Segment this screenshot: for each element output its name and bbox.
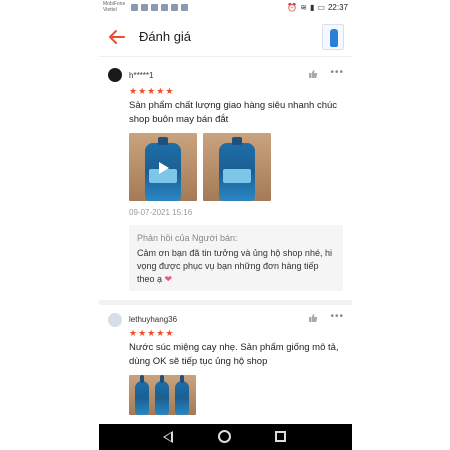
star-icon: ★ [138,328,147,338]
reply-text-wrap: Cảm ơn bạn đã tin tưởng và ủng hộ shop n… [137,247,335,286]
carrier-2: Viettel [103,7,117,13]
avatar[interactable] [108,68,122,82]
signal-icon: ▮ [310,3,315,12]
alarm-icon: ⏰ [287,3,298,12]
status-right: ⏰ ≋ ▮ ▭ 22:37 [287,3,348,12]
battery-icon: ▭ [317,3,325,12]
review-item: lethuyhang36 ••• ★ ★ ★ ★ ★ Nước súc miện… [99,305,352,424]
star-icon: ★ [165,86,174,96]
product-bottle [175,375,189,415]
product-bottle [155,375,169,415]
more-dots-icon[interactable]: ••• [330,311,344,322]
notification-icon [131,4,138,11]
arrow-left-icon[interactable] [107,27,127,47]
star-icon: ★ [156,86,165,96]
play-icon[interactable] [159,162,169,174]
star-icon: ★ [147,328,156,338]
wifi-icon: ≋ [300,3,307,12]
nav-recent-apps-icon[interactable] [275,431,286,442]
review-text: Nước súc miệng cay nhẹ. Sản phẩm giống m… [129,342,339,367]
star-icon: ★ [129,86,138,96]
review-text: Sản phẩm chất lượng giao hàng siêu nhanh… [129,100,338,125]
review-date: 09-07-2021 15:16 [129,208,193,217]
seller-reply: Phản hồi của Người bán: Cảm ơn bạn đã ti… [129,225,343,291]
star-icon: ★ [129,328,138,338]
notification-icon [151,4,158,11]
review-video[interactable] [129,133,197,201]
star-icon: ★ [138,86,147,96]
nav-back-icon[interactable] [163,431,173,443]
review-photo[interactable] [129,375,196,415]
star-icon: ★ [147,86,156,96]
clock: 22:37 [327,3,348,12]
product-bottle [135,375,149,415]
app-header: Đánh giá [99,17,352,57]
phone-screen: MobiFone Viettel ⏰ ≋ ▮ ▭ 22:37 Đánh giá … [99,0,352,450]
review-username[interactable]: h*****1 [129,71,153,80]
rating-stars: ★ ★ ★ ★ ★ [129,328,173,338]
product-thumbnail[interactable] [322,24,344,50]
more-dots-icon[interactable]: ••• [330,67,344,78]
thumbs-up-icon[interactable] [308,313,318,323]
carrier-names: MobiFone Viettel [103,1,125,13]
notification-icon [141,4,148,11]
system-nav-bar [99,424,352,450]
notification-icon [161,4,168,11]
review-media [129,375,196,415]
notification-icons [131,4,188,11]
rating-stars: ★ ★ ★ ★ ★ [129,86,173,96]
star-icon: ★ [165,328,174,338]
nav-home-icon[interactable] [218,430,231,443]
review-item: h*****1 ••• ★ ★ ★ ★ ★ Sản phẩm chất lượn… [99,57,352,299]
review-photo[interactable] [203,133,271,201]
status-bar: MobiFone Viettel ⏰ ≋ ▮ ▭ 22:37 [99,0,352,17]
notification-icon [181,4,188,11]
notification-icon [171,4,178,11]
review-media [129,133,271,201]
avatar[interactable] [108,313,122,327]
bottle-label [223,169,251,183]
page-title: Đánh giá [139,29,192,44]
thumbs-up-icon[interactable] [308,69,318,79]
heart-icon: ❤ [164,274,173,284]
star-icon: ★ [156,328,165,338]
reply-label: Phản hồi của Người bán: [137,233,238,243]
review-username[interactable]: lethuyhang36 [129,315,177,324]
